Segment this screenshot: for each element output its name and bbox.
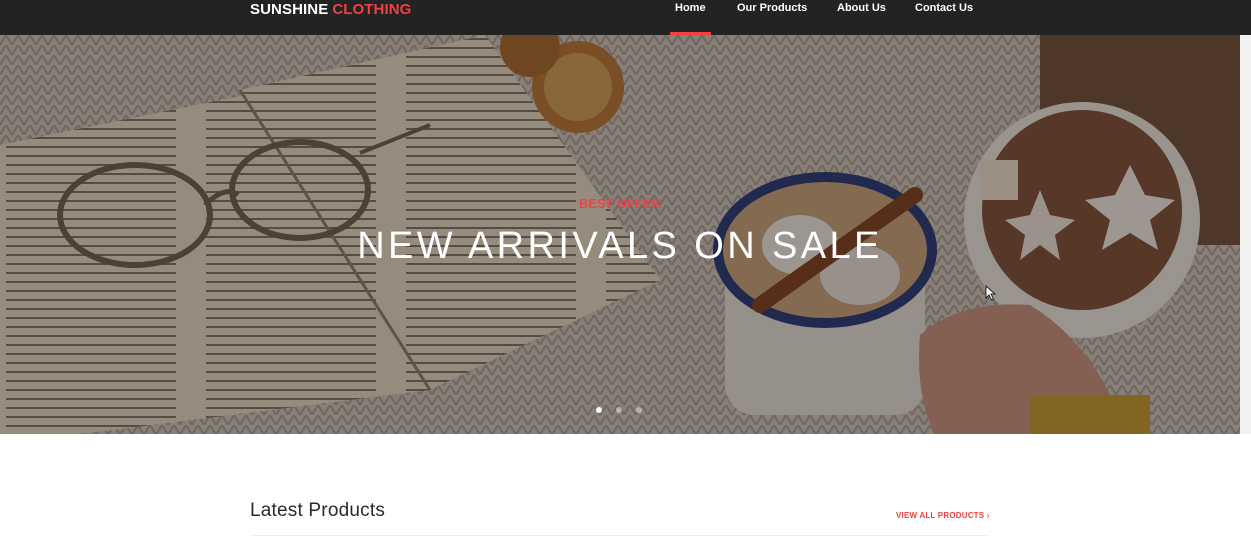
nav-item-contact-us[interactable]: Contact Us: [915, 0, 973, 20]
logo-accent-text: CLOTHING: [332, 1, 412, 18]
latest-products-title: Latest Products: [250, 500, 386, 521]
hero-banner[interactable]: BEST OFFER NEW ARRIVALS ON SALE: [0, 35, 1251, 434]
carousel-dot-2[interactable]: [616, 407, 622, 413]
hero-title: NEW ARRIVALS ON SALE: [357, 225, 883, 267]
nav-item-about-us[interactable]: About Us: [837, 0, 886, 20]
logo-brand-text: SUNSHINE: [250, 1, 329, 18]
mouse-cursor-icon: [985, 285, 997, 301]
carousel-dot-1[interactable]: [596, 407, 602, 413]
site-header: SUNSHINE CLOTHING Home Our Products About…: [0, 0, 1251, 35]
hero-offer-label: BEST OFFER: [578, 196, 662, 211]
site-logo[interactable]: SUNSHINE CLOTHING: [250, 0, 411, 20]
nav-item-our-products[interactable]: Our Products: [737, 0, 807, 20]
page-scrollbar[interactable]: [1240, 35, 1251, 434]
section-divider: [250, 535, 990, 536]
carousel-dot-3[interactable]: [636, 407, 642, 413]
view-all-products-link[interactable]: VIEW ALL PRODUCTS ›: [896, 511, 990, 520]
nav-item-home[interactable]: Home: [670, 0, 711, 35]
